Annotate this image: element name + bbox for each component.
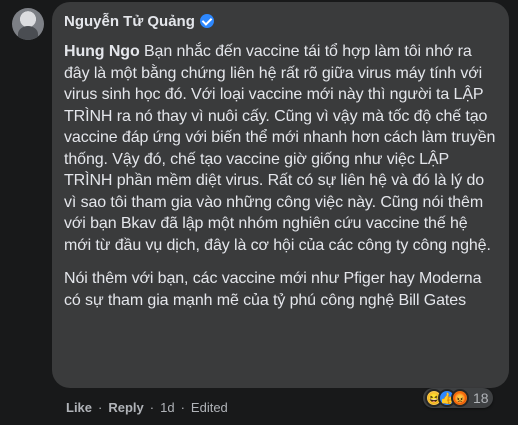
separator-dot: · (180, 400, 185, 415)
avatar[interactable] (12, 8, 44, 40)
like-button[interactable]: Like (66, 400, 92, 415)
timestamp[interactable]: 1d (160, 400, 174, 415)
comment-text-1: Bạn nhắc đến vaccine tái tổ hợp làm tôi … (64, 43, 496, 254)
author-name[interactable]: Nguyễn Tử Quảng (64, 13, 195, 30)
reactions-summary[interactable]: 😆 👍 😡 18 (423, 388, 493, 408)
comment-paragraph-2: Nói thêm với bạn, các vaccine mới như Pf… (64, 270, 482, 309)
reaction-count: 18 (473, 390, 489, 406)
verified-badge-icon (199, 14, 214, 28)
angry-icon: 😡 (451, 389, 469, 407)
mention-link[interactable]: Hung Ngo (64, 43, 140, 60)
comment-actions: Like · Reply · 1d · Edited (66, 400, 228, 415)
comment-bubble: Nguyễn Tử Quảng Hung Ngo Bạn nhắc đến va… (52, 2, 509, 388)
separator-dot: · (149, 400, 155, 415)
reply-button[interactable]: Reply (108, 400, 143, 415)
author-row: Nguyễn Tử Quảng (64, 10, 497, 32)
comment-paragraph-1: Hung Ngo Bạn nhắc đến vaccine tái tổ hợp… (64, 41, 497, 256)
edited-label: Edited (190, 400, 228, 415)
separator-dot: · (98, 400, 103, 415)
